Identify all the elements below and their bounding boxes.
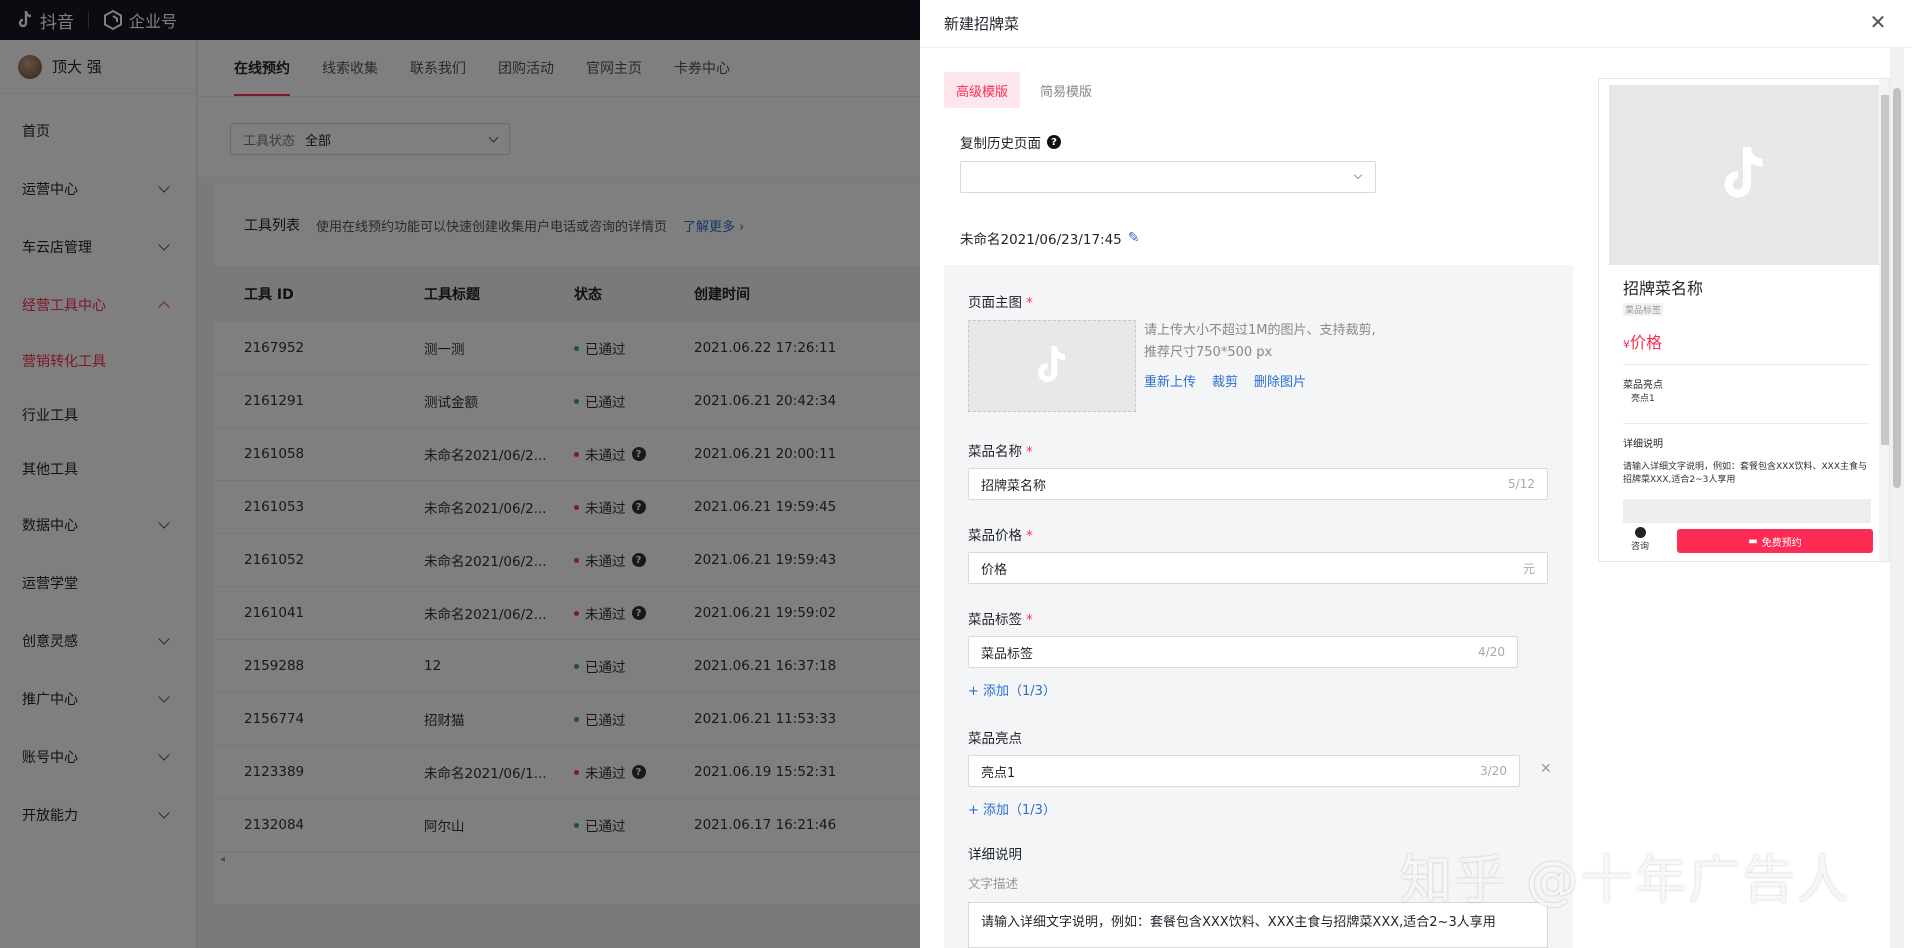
required-mark: * [1026, 295, 1033, 311]
divider [1623, 423, 1869, 424]
modal-overlay[interactable] [0, 0, 920, 948]
edit-icon[interactable]: ✎ [1128, 230, 1140, 246]
required-mark: * [1026, 444, 1033, 460]
preview-main-image [1609, 85, 1879, 265]
chevron-down-icon [1353, 170, 1363, 180]
douyin-placeholder-icon [1724, 146, 1763, 198]
copy-history-label-row: 复制历史页面 ? [960, 132, 1061, 152]
tab-advanced-template[interactable]: 高级模版 [944, 72, 1021, 108]
preview-tag: 菜品标签 [1623, 303, 1664, 316]
preview-scrollbar[interactable] [1879, 79, 1889, 561]
reupload-link[interactable]: 重新上传 [1144, 371, 1196, 390]
add-highlight-button[interactable]: + 添加（1/3） [968, 799, 1056, 818]
preview-consult-label: 咨询 [1630, 542, 1649, 552]
tag-value: 菜品标签 [981, 646, 1034, 662]
main-image-label: 页面主图 * [968, 291, 1033, 311]
preview-placeholder-block [1623, 499, 1871, 523]
dish-name-input[interactable]: 招牌菜名称 5/12 [968, 468, 1548, 500]
image-upload-box[interactable] [968, 320, 1136, 412]
scrollbar-thumb[interactable] [1881, 95, 1889, 445]
preview-detail-text: 请输入详细文字说明，例如：套餐包含XXX饮料、XXX主食与招牌菜XXX,适合2~… [1623, 462, 1867, 485]
required-mark: * [1026, 528, 1033, 544]
price-label-text: 菜品价格 [968, 528, 1022, 544]
add-tag-button[interactable]: + 添加（1/3） [968, 680, 1056, 699]
drawer-title: 新建招牌菜 [920, 0, 1912, 48]
preview-price-value: 价格 [1630, 333, 1663, 352]
help-icon[interactable]: ? [1047, 135, 1061, 149]
tag-input[interactable]: 菜品标签 4/20 [968, 636, 1518, 668]
tag-label: 菜品标签 * [968, 608, 1033, 628]
tag-label-text: 菜品标签 [968, 612, 1022, 628]
price-label: 菜品价格 * [968, 524, 1033, 544]
preview-consult-button[interactable]: 咨询 [1625, 527, 1655, 552]
preview-book-label: 免费预约 [1761, 537, 1802, 549]
highlight-count: 3/20 [1480, 764, 1507, 778]
highlight-label: 菜品亮点 [968, 727, 1022, 747]
upload-tip: 请上传大小不超过1M的图片、支持裁剪, 推荐尺寸750*500 px [1144, 320, 1376, 364]
create-dish-drawer: 新建招牌菜 ✕ 高级模版 简易模版 复制历史页面 ? 未命名2021/06/23… [920, 0, 1912, 948]
highlight-value: 亮点1 [981, 765, 1016, 781]
delete-image-link[interactable]: 删除图片 [1254, 371, 1306, 390]
copy-history-label: 复制历史页面 [960, 136, 1041, 152]
preview-highlight-head: 菜品亮点 [1623, 380, 1663, 391]
chat-icon [1634, 527, 1646, 538]
douyin-placeholder-icon [1038, 345, 1066, 383]
dish-name-value: 招牌菜名称 [981, 478, 1047, 494]
template-mode-tabs: 高级模版 简易模版 [944, 72, 1104, 108]
mobile-preview: 招牌菜名称 菜品标签 ¥价格 菜品亮点 亮点1 详细说明 请输入详细文字说明，例… [1598, 78, 1890, 562]
required-mark: * [1026, 612, 1033, 628]
scrollbar-thumb[interactable] [1893, 88, 1901, 488]
close-icon[interactable]: ✕ [1866, 10, 1890, 34]
highlight-label-text: 菜品亮点 [968, 731, 1022, 747]
page-name: 未命名2021/06/23/17:45 [960, 232, 1122, 248]
watermark: 知乎 @十年广告人 [1400, 851, 1851, 911]
preview-highlight-item: 亮点1 [1631, 394, 1655, 404]
page-name-row: 未命名2021/06/23/17:45 ✎ [960, 228, 1140, 248]
upload-actions: 重新上传 裁剪 删除图片 [1144, 371, 1306, 390]
detail-sub-label: 文字描述 [968, 876, 1019, 891]
upload-tip-line-2: 推荐尺寸750*500 px [1144, 345, 1273, 360]
remove-highlight-icon[interactable]: ✕ [1540, 761, 1552, 777]
dish-name-label-text: 菜品名称 [968, 444, 1022, 460]
preview-book-button[interactable]: ▬ 免费预约 [1677, 529, 1873, 553]
ticket-icon: ▬ [1748, 535, 1758, 547]
detail-label: 详细说明 [968, 847, 1022, 863]
price-input[interactable]: 价格 元 [968, 552, 1548, 584]
price-value: 价格 [981, 562, 1008, 578]
preview-currency: ¥ [1623, 338, 1630, 351]
preview-price: ¥价格 [1623, 329, 1662, 353]
dish-name-count: 5/12 [1508, 477, 1535, 491]
price-unit: 元 [1522, 561, 1535, 576]
drawer-scrollbar[interactable] [1890, 48, 1904, 948]
upload-tip-line-1: 请上传大小不超过1M的图片、支持裁剪, [1144, 323, 1376, 338]
tab-simple-template[interactable]: 简易模版 [1028, 72, 1104, 108]
divider [1623, 364, 1869, 365]
main-image-label-text: 页面主图 [968, 295, 1022, 311]
preview-detail-head: 详细说明 [1623, 439, 1663, 450]
dish-name-label: 菜品名称 * [968, 440, 1033, 460]
preview-title: 招牌菜名称 [1623, 279, 1704, 298]
highlight-input[interactable]: 亮点1 3/20 [968, 755, 1520, 787]
copy-history-select[interactable] [960, 161, 1376, 193]
tag-count: 4/20 [1478, 645, 1505, 659]
crop-link[interactable]: 裁剪 [1212, 371, 1238, 390]
